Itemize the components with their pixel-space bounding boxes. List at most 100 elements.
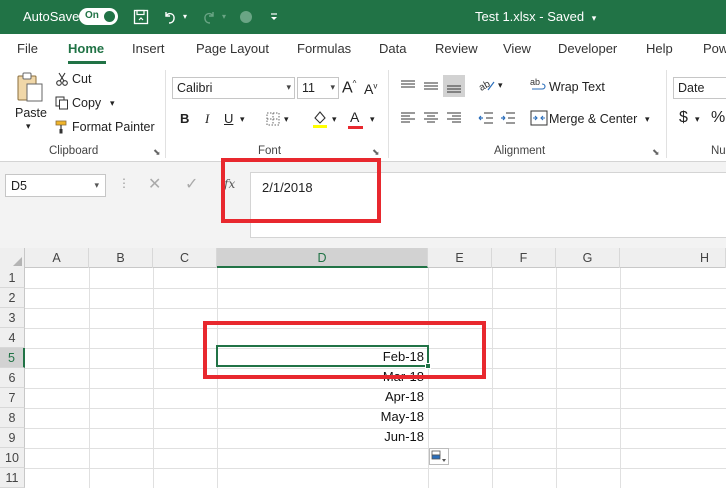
name-box-value: D5	[11, 179, 27, 193]
row-header-1[interactable]: 1	[0, 268, 25, 288]
row-header-3[interactable]: 3	[0, 308, 25, 328]
autosave-state: On	[85, 10, 99, 21]
italic-button[interactable]: I	[205, 111, 209, 127]
column-header-e[interactable]: E	[428, 248, 492, 268]
format-painter-icon[interactable]	[55, 120, 69, 134]
font-launcher-icon[interactable]: ⬊	[372, 147, 380, 158]
row-header-2[interactable]: 2	[0, 288, 25, 308]
wrap-text-label[interactable]: Wrap Text	[549, 80, 605, 94]
borders-dropdown-icon[interactable]: ▾	[284, 114, 289, 125]
shrink-font-icon[interactable]: Av	[364, 81, 377, 97]
row-header-9[interactable]: 9	[0, 428, 25, 448]
align-top-icon[interactable]	[400, 78, 416, 94]
row-header-5[interactable]: 5	[0, 348, 25, 368]
name-box[interactable]: D5 ▾	[5, 174, 106, 197]
row-header-7[interactable]: 7	[0, 388, 25, 408]
currency-dropdown-icon[interactable]: ▾	[695, 114, 700, 125]
tab-insert[interactable]: Insert	[132, 41, 165, 56]
cell-d7[interactable]: Apr-18	[218, 387, 426, 407]
font-name-combo[interactable]: Calibri ▾	[172, 77, 295, 99]
merge-center-label[interactable]: Merge & Center	[549, 112, 637, 126]
column-header-c[interactable]: C	[153, 248, 217, 268]
auto-fill-options-button[interactable]	[429, 448, 449, 465]
document-title[interactable]: Test 1.xlsx - Saved ▾	[475, 9, 596, 24]
column-header-a[interactable]: A	[25, 248, 89, 268]
select-all-icon	[13, 257, 22, 266]
group-separator	[666, 70, 667, 158]
cancel-button[interactable]: ✕	[148, 174, 161, 194]
copy-icon[interactable]	[55, 96, 69, 110]
row-header-8[interactable]: 8	[0, 408, 25, 428]
font-color-dropdown-icon[interactable]: ▾	[370, 114, 375, 125]
copy-label[interactable]: Copy	[72, 96, 101, 110]
orientation-icon[interactable]: ab	[478, 76, 496, 94]
tab-view[interactable]: View	[503, 41, 531, 56]
row-header-10[interactable]: 10	[0, 448, 25, 468]
format-painter-label[interactable]: Format Painter	[72, 120, 155, 134]
column-header-d[interactable]: D	[217, 248, 428, 268]
cell-d8[interactable]: May-18	[218, 407, 426, 427]
tab-help[interactable]: Help	[646, 41, 673, 56]
copy-dropdown-icon[interactable]: ▾	[110, 98, 115, 109]
fill-color-icon[interactable]	[311, 109, 329, 129]
merge-center-icon[interactable]	[530, 109, 548, 127]
row-header-6[interactable]: 6	[0, 368, 25, 388]
redo-dropdown-icon[interactable]: ▾	[222, 12, 226, 21]
save-icon[interactable]	[131, 7, 151, 27]
decrease-indent-icon[interactable]	[478, 110, 494, 126]
select-all-button[interactable]	[0, 248, 25, 268]
enter-button[interactable]: ✓	[185, 174, 198, 194]
paste-label[interactable]: Paste	[15, 106, 47, 120]
tab-developer[interactable]: Developer	[558, 41, 617, 56]
tab-page-layout[interactable]: Page Layout	[196, 41, 269, 56]
column-header-h[interactable]: H	[620, 248, 726, 268]
underline-dropdown-icon[interactable]: ▾	[240, 114, 245, 125]
underline-button[interactable]: U	[224, 111, 233, 126]
cell-d9[interactable]: Jun-18	[218, 427, 426, 447]
fill-color-dropdown-icon[interactable]: ▾	[332, 114, 337, 125]
borders-icon[interactable]	[265, 111, 281, 127]
undo-icon[interactable]	[160, 7, 180, 27]
percent-button[interactable]: %	[711, 109, 725, 127]
increase-indent-icon[interactable]	[500, 110, 516, 126]
cut-label[interactable]: Cut	[72, 72, 91, 86]
tab-formulas[interactable]: Formulas	[297, 41, 351, 56]
record-icon[interactable]	[236, 7, 256, 27]
align-center-icon[interactable]	[423, 110, 439, 126]
column-header-g[interactable]: G	[556, 248, 620, 268]
tab-data[interactable]: Data	[379, 41, 406, 56]
merge-center-dropdown-icon[interactable]: ▾	[645, 114, 650, 125]
alignment-launcher-icon[interactable]: ⬊	[652, 147, 660, 158]
clipboard-launcher-icon[interactable]: ⬊	[153, 147, 161, 158]
number-format-combo[interactable]: Date	[673, 77, 726, 99]
row-header-11[interactable]: 11	[0, 468, 25, 488]
tab-power[interactable]: Pow	[703, 41, 726, 56]
paste-icon[interactable]	[14, 70, 46, 104]
align-bottom-icon[interactable]	[443, 75, 465, 97]
grow-font-icon[interactable]: A^	[342, 79, 356, 97]
column-header-b[interactable]: B	[89, 248, 153, 268]
tab-file[interactable]: File	[17, 41, 38, 56]
font-size-combo[interactable]: 11 ▾	[297, 77, 339, 99]
tab-review[interactable]: Review	[435, 41, 478, 56]
row-header-4[interactable]: 4	[0, 328, 25, 348]
font-color-icon[interactable]: A	[350, 109, 359, 125]
currency-button[interactable]: $	[679, 109, 688, 127]
formula-bar-splitter[interactable]: ⋮	[118, 176, 130, 190]
wrap-text-icon[interactable]: ab	[530, 76, 548, 94]
align-right-icon[interactable]	[446, 110, 462, 126]
align-middle-icon[interactable]	[423, 78, 439, 94]
undo-dropdown-icon[interactable]: ▾	[183, 12, 187, 21]
cut-icon[interactable]	[55, 72, 69, 86]
tab-home[interactable]: Home	[68, 41, 104, 56]
align-left-icon[interactable]	[400, 110, 416, 126]
autosave-toggle[interactable]: On	[79, 8, 118, 25]
column-header-f[interactable]: F	[492, 248, 556, 268]
paste-dropdown-icon[interactable]: ▾	[26, 121, 31, 132]
gridline	[620, 268, 621, 488]
bold-button[interactable]: B	[180, 111, 189, 126]
redo-icon[interactable]	[199, 7, 219, 27]
customize-toolbar-icon[interactable]	[264, 7, 284, 27]
grow-font-glyph: A	[342, 79, 353, 97]
orientation-dropdown-icon[interactable]: ▾	[498, 80, 503, 91]
